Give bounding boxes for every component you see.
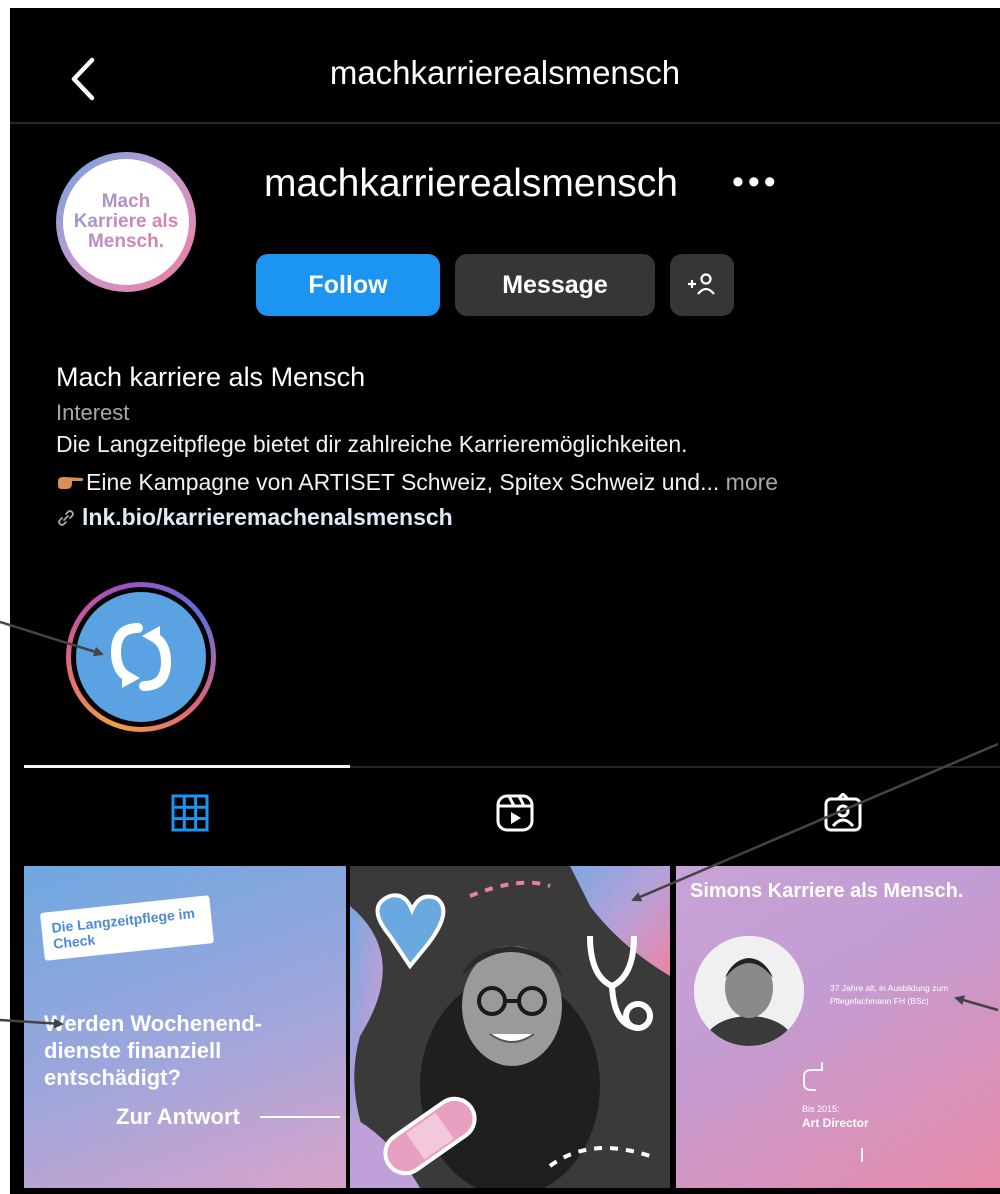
refresh-arrows-icon [110,623,172,691]
profile-avatar[interactable]: Mach Karriere als Mensch. [56,152,196,292]
grid-icon [171,794,209,832]
post-subtitle: 37 Jahre alt, in Ausbildung zum Pflegefa… [830,983,949,1006]
portrait-illustration [350,866,670,1188]
follow-button[interactable]: Follow [256,254,440,316]
profile-username: machkarrierealsmensch [264,162,678,205]
post-thumbnail-simon-career[interactable]: Simons Karriere als Mensch. 37 Jahre alt… [676,866,1000,1188]
bio-display-name: Mach karriere als Mensch [56,362,366,392]
reels-icon [496,794,534,832]
bio-website-link[interactable]: lnk.bio/karrieremachenalsmensch [56,504,453,531]
top-bar: machkarrierealsmensch [10,8,1000,124]
link-icon [58,510,74,526]
post-badge: Die Langzeitpflege im Check [39,895,215,961]
bio-text-line-2: Eine Kampagne von ARTISET Schweiz, Spite… [56,469,778,496]
bio-more-link[interactable]: more [726,469,778,495]
tagged-user-icon [824,791,862,832]
avatar-logo-text: Mach Karriere als Mensch. [63,192,189,252]
tab-reels[interactable] [490,788,540,838]
more-options-icon[interactable]: ••• [732,165,780,199]
pointing-hand-icon [58,477,84,489]
post-title: Simons Karriere als Mensch. [690,880,964,902]
page-title: machkarrierealsmensch [329,54,681,91]
post-thumbnail-portrait[interactable] [350,866,670,1188]
active-tab-indicator [24,765,350,768]
career-since-label: Bis 2015: [802,1104,840,1114]
instagram-profile-screen: machkarrierealsmensch Mach Karriere als … [10,8,1000,1194]
bio-text-line-1: Die Langzeitpflege bietet dir zahlreiche… [56,431,688,457]
bio-link-text: lnk.bio/karrieremachenalsmensch [82,504,453,530]
portrait-photo [694,936,804,1046]
post-cta: Zur Antwort [116,1104,240,1129]
post-thumbnail-weekend-duty[interactable]: Die Langzeitpflege im Check Werden Woche… [24,866,346,1188]
bio-campaign-text: Eine Kampagne von ARTISET Schweiz, Spite… [86,469,720,495]
career-role: Art Director [802,1116,869,1130]
suggested-accounts-button[interactable] [670,254,734,316]
tab-tagged[interactable] [818,788,868,838]
add-person-icon [688,273,715,295]
bio-category: Interest [56,400,130,425]
cta-arrow-line [260,1116,340,1118]
tab-posts-grid[interactable] [165,788,215,838]
message-button[interactable]: Message [455,254,655,316]
story-highlight[interactable] [66,582,216,732]
post-question: Werden Wochenend-dienste finanziell ents… [44,1011,262,1090]
